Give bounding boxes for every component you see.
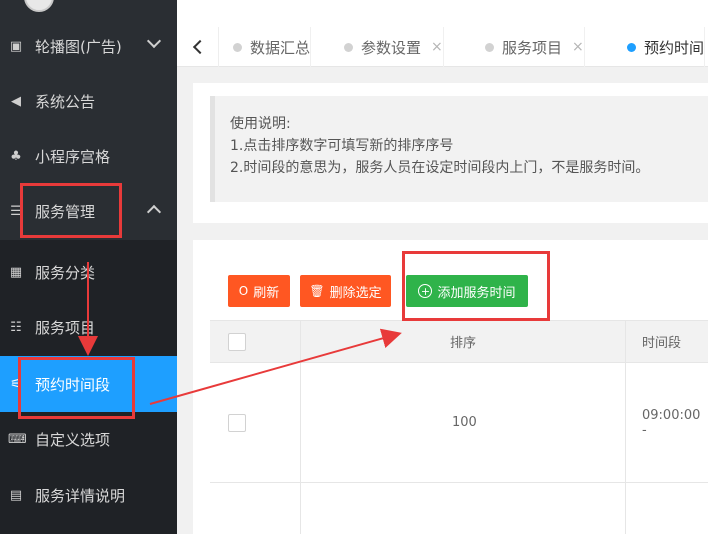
annotation-arrows bbox=[78, 262, 402, 405]
annotation-arrow-right bbox=[149, 328, 402, 405]
